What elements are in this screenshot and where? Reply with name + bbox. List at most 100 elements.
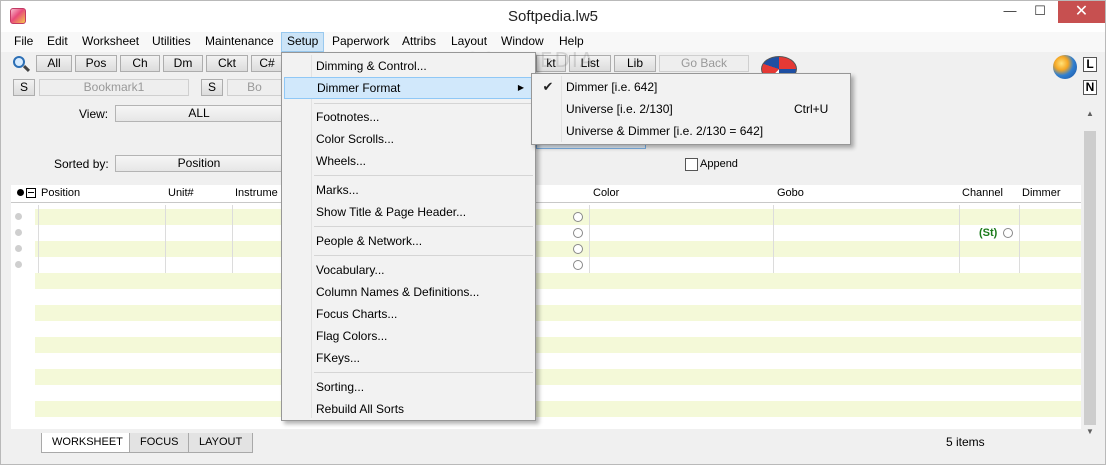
column-divider — [773, 205, 774, 273]
minimize-button[interactable]: — — [995, 1, 1025, 23]
menu-item-wheels[interactable]: Wheels... — [284, 150, 533, 172]
menu-item-sorting[interactable]: Sorting... — [284, 376, 533, 398]
menu-item-dimmer-format[interactable]: Dimmer Format ▶ — [284, 77, 533, 99]
menu-item-dimming-control[interactable]: Dimming & Control... — [284, 55, 533, 77]
table-row[interactable] — [35, 241, 1081, 257]
column-divider — [165, 205, 166, 273]
scroll-thumb[interactable] — [1084, 131, 1096, 425]
column-header-position[interactable]: Position — [41, 187, 80, 199]
menu-attribs[interactable]: Attribs — [397, 32, 441, 52]
append-checkbox[interactable] — [685, 158, 698, 171]
menu-item-people-network[interactable]: People & Network... — [284, 230, 533, 252]
menu-paperwork[interactable]: Paperwork — [327, 32, 394, 52]
menu-item-column-names[interactable]: Column Names & Definitions... — [284, 281, 533, 303]
row-marker-icon[interactable] — [15, 229, 22, 236]
column-header-unit[interactable]: Unit# — [168, 187, 194, 199]
table-row[interactable] — [35, 257, 1081, 273]
app-window: Softpedia.lw5 — ☐ ✕ File Edit Worksheet … — [0, 0, 1106, 465]
select-all-dot-icon[interactable] — [17, 189, 24, 196]
bookmark2-button[interactable]: Bo — [227, 79, 282, 96]
menu-file[interactable]: File — [9, 32, 38, 52]
column-header-gobo[interactable]: Gobo — [777, 187, 804, 199]
menu-item-focus-charts[interactable]: Focus Charts... — [284, 303, 533, 325]
checkmark-icon: ✔ — [542, 79, 554, 94]
row-marker-icon[interactable] — [15, 213, 22, 220]
append-label: Append — [700, 158, 738, 170]
column-divider — [38, 205, 39, 273]
sorted-by-label: Sorted by: — [54, 157, 109, 171]
dm-button[interactable]: Dm — [163, 55, 203, 72]
circuit-number-button[interactable]: C# — [251, 55, 283, 72]
column-header-dimmer[interactable]: Dimmer — [1022, 187, 1061, 199]
column-header-instrument[interactable]: Instrume — [235, 187, 278, 199]
menu-worksheet[interactable]: Worksheet — [77, 32, 144, 52]
submenu-item-dimmer-label: Dimmer [i.e. 642] — [566, 80, 658, 94]
row-marker-icon[interactable] — [15, 261, 22, 268]
menu-edit[interactable]: Edit — [42, 32, 73, 52]
menu-item-marks[interactable]: Marks... — [284, 179, 533, 201]
collapse-icon[interactable] — [26, 188, 36, 198]
menu-separator — [314, 255, 533, 256]
status-item-count: 5 items — [946, 435, 985, 449]
submenu-item-universe-dimmer-label: Universe & Dimmer [i.e. 2/130 = 642] — [566, 124, 764, 138]
view-label: View: — [79, 107, 109, 121]
ch-button[interactable]: Ch — [120, 55, 160, 72]
clock-icon[interactable] — [573, 212, 583, 222]
row-marker-icon[interactable] — [15, 245, 22, 252]
all-button[interactable]: All — [36, 55, 72, 72]
bookmark1-button[interactable]: Bookmark1 — [39, 79, 189, 96]
tab-worksheet[interactable]: WORKSHEET — [41, 433, 134, 453]
close-button[interactable]: ✕ — [1058, 1, 1105, 23]
menu-separator — [314, 226, 533, 227]
dimmer-format-submenu: ✔ Dimmer [i.e. 642] Universe [i.e. 2/130… — [531, 73, 851, 145]
clock-icon[interactable] — [573, 244, 583, 254]
table-row — [35, 289, 1081, 305]
menu-utilities[interactable]: Utilities — [147, 32, 196, 52]
bookmark2-s-button[interactable]: S — [201, 79, 223, 96]
globe-icon[interactable] — [1053, 55, 1077, 79]
lib-button[interactable]: Lib — [614, 55, 656, 72]
go-back-button[interactable]: Go Back — [659, 55, 749, 72]
pos-button[interactable]: Pos — [75, 55, 117, 72]
scroll-up-icon[interactable]: ▲ — [1085, 109, 1095, 119]
maximize-button[interactable]: ☐ — [1025, 1, 1055, 23]
clock-icon[interactable] — [573, 228, 583, 238]
submenu-item-dimmer[interactable]: ✔ Dimmer [i.e. 642] — [534, 76, 848, 98]
submenu-item-universe-dimmer[interactable]: Universe & Dimmer [i.e. 2/130 = 642] — [534, 120, 848, 142]
sorted-by-select[interactable]: Position — [115, 155, 283, 172]
tab-focus[interactable]: FOCUS — [129, 433, 190, 453]
menu-item-fkeys[interactable]: FKeys... — [284, 347, 533, 369]
menu-item-footnotes[interactable]: Footnotes... — [284, 106, 533, 128]
menu-separator — [314, 175, 533, 176]
menu-item-flag-colors[interactable]: Flag Colors... — [284, 325, 533, 347]
menu-setup[interactable]: Setup — [281, 32, 325, 52]
submenu-item-universe[interactable]: Universe [i.e. 2/130] Ctrl+U — [534, 98, 848, 120]
column-divider — [959, 205, 960, 273]
ckt-button[interactable]: Ckt — [206, 55, 248, 72]
menu-item-vocabulary[interactable]: Vocabulary... — [284, 259, 533, 281]
menu-item-rebuild-sorts[interactable]: Rebuild All Sorts — [284, 398, 533, 420]
bookmark-s-button[interactable]: S — [13, 79, 35, 96]
clock-icon[interactable] — [1003, 228, 1013, 238]
menu-item-color-scrolls[interactable]: Color Scrolls... — [284, 128, 533, 150]
scroll-down-icon[interactable]: ▼ — [1085, 427, 1095, 437]
column-header-channel[interactable]: Channel — [962, 187, 1003, 199]
tab-layout[interactable]: LAYOUT — [188, 433, 254, 453]
column-header-color[interactable]: Color — [593, 187, 619, 199]
vertical-scrollbar[interactable]: ▲ ▼ — [1083, 105, 1097, 439]
menu-item-show-title[interactable]: Show Title & Page Header... — [284, 201, 533, 223]
column-divider — [232, 205, 233, 273]
table-row[interactable] — [35, 209, 1081, 225]
column-divider — [1019, 205, 1020, 273]
menu-maintenance[interactable]: Maintenance — [200, 32, 279, 52]
grid-header: Position Unit# Instrume Color Gobo Chann… — [11, 185, 1081, 203]
table-row — [35, 305, 1081, 321]
search-icon[interactable] — [12, 55, 32, 75]
worksheet-grid: Position Unit# Instrume Color Gobo Chann… — [11, 185, 1081, 431]
side-l-button[interactable]: L — [1083, 57, 1097, 72]
clock-icon[interactable] — [573, 260, 583, 270]
view-select[interactable]: ALL — [115, 105, 283, 122]
table-row — [35, 369, 1081, 385]
table-row[interactable] — [35, 225, 1081, 241]
side-n-button[interactable]: N — [1083, 80, 1097, 95]
